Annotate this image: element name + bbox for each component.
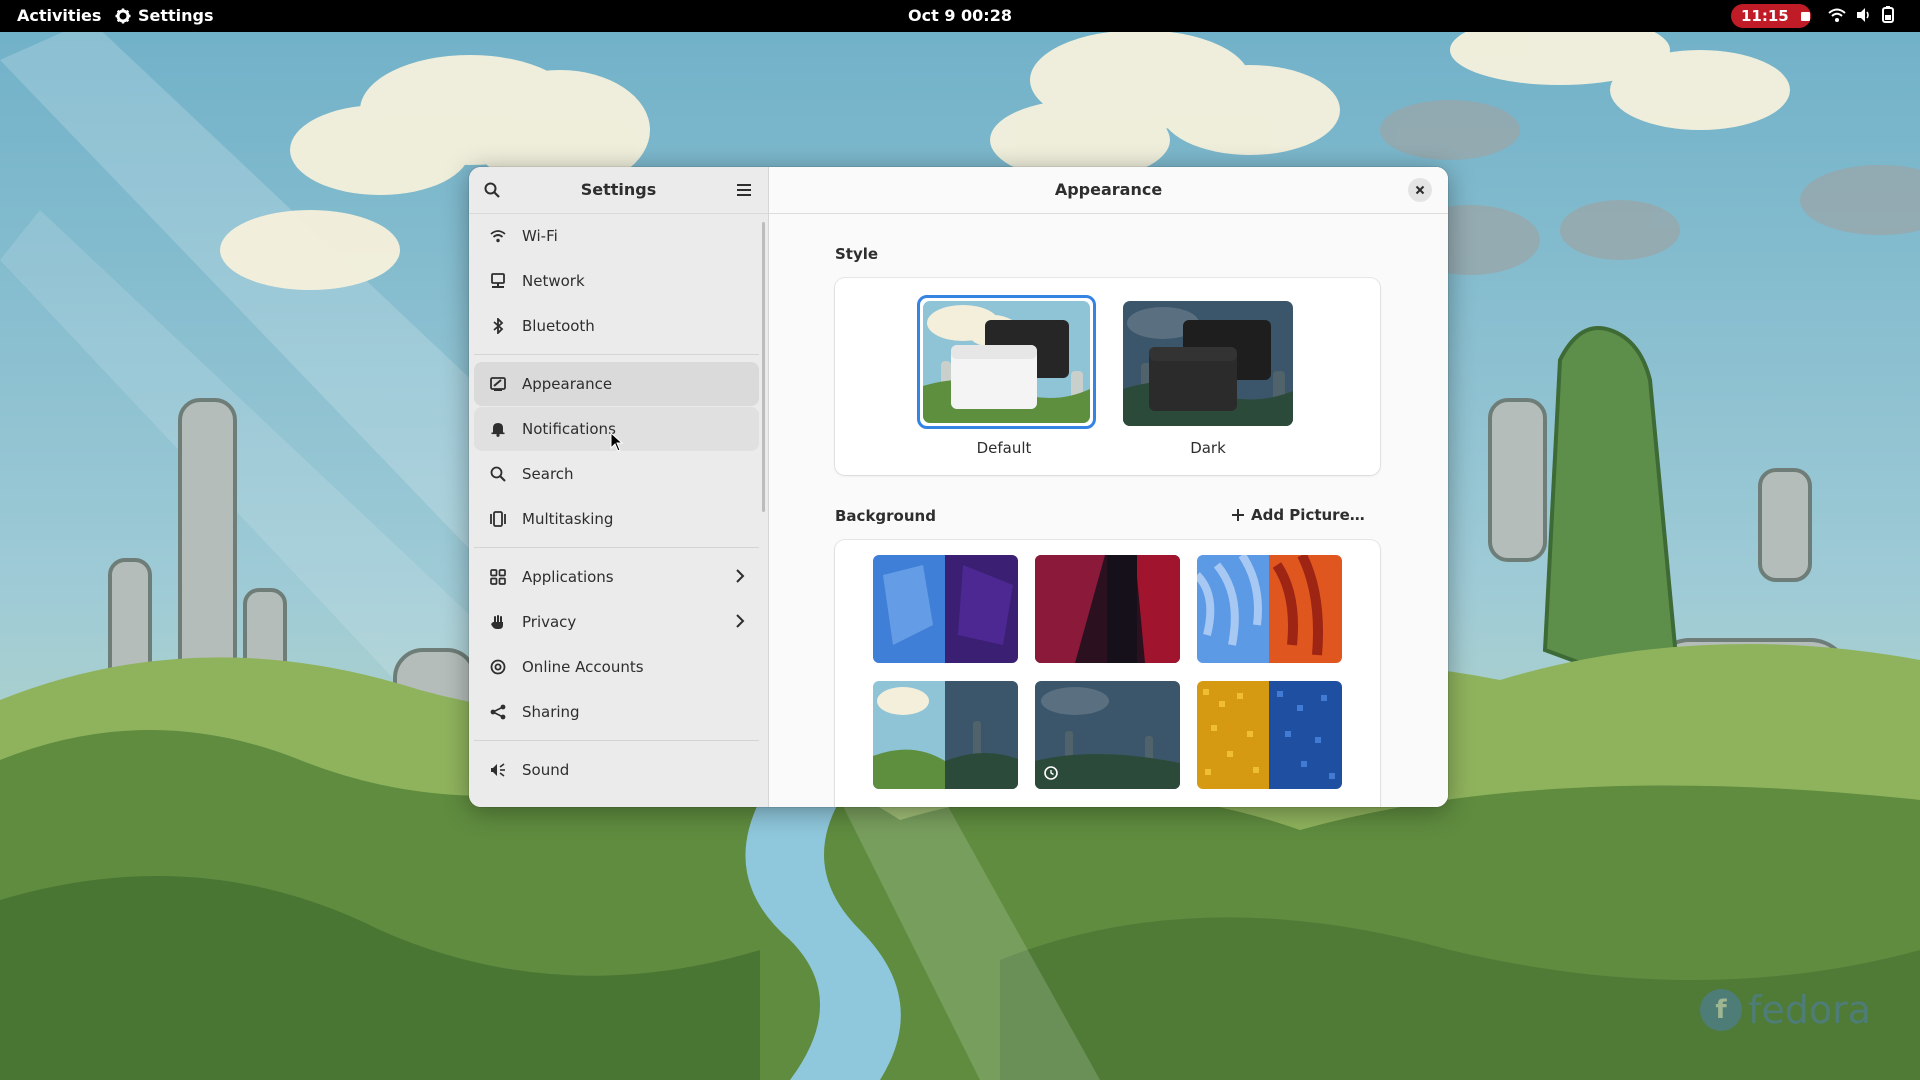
appearance-panel: Appearance Style Default Dark Background… <box>769 167 1448 807</box>
sidebar-item-label: Appearance <box>522 375 613 393</box>
default-style-preview <box>923 301 1090 423</box>
sidebar-item-label: Multitasking <box>522 510 614 528</box>
fedora-logo-icon: f <box>1700 989 1742 1031</box>
search-icon <box>490 466 506 482</box>
sidebar: Settings Wi-Fi Network Bluetooth Appeara… <box>469 167 769 807</box>
wifi-icon <box>490 230 506 243</box>
dark-style-preview <box>1123 301 1293 426</box>
sidebar-item-network[interactable]: Network <box>474 259 759 303</box>
multitasking-icon <box>490 511 506 527</box>
app-menu-button[interactable]: Settings <box>115 6 214 25</box>
hand-icon <box>491 615 503 629</box>
top-bar: Activities Settings Oct 9 00:28 11:15 <box>0 0 1920 32</box>
sidebar-item-bluetooth[interactable]: Bluetooth <box>474 304 759 348</box>
battery-icon <box>1882 6 1894 23</box>
wallpaper-thumbnail[interactable] <box>1035 555 1180 663</box>
background-card <box>835 540 1380 807</box>
at-icon <box>490 659 506 675</box>
sidebar-item-label: Search <box>522 465 574 483</box>
wallpaper-thumbnail[interactable] <box>873 555 1018 663</box>
sidebar-item-label: Notifications <box>522 420 616 438</box>
wallpaper-thumbnail-selected[interactable] <box>1035 681 1180 789</box>
wallpaper-thumbnail[interactable] <box>873 681 1018 789</box>
mouse-cursor-icon <box>610 432 624 452</box>
wallpaper-thumbnail[interactable] <box>1197 555 1342 663</box>
clock-button[interactable]: Oct 9 00:28 <box>908 6 1012 25</box>
style-option-label: Default <box>976 439 1032 457</box>
fedora-watermark: f fedora <box>1700 988 1871 1032</box>
fedora-wordmark: fedora <box>1748 988 1872 1032</box>
sidebar-item-online-accounts[interactable]: Online Accounts <box>474 645 759 689</box>
wallpaper-thumbnail[interactable] <box>1197 681 1342 789</box>
sidebar-item-wifi[interactable]: Wi-Fi <box>474 214 759 258</box>
sidebar-item-privacy[interactable]: Privacy <box>474 600 759 644</box>
sidebar-item-label: Network <box>522 272 585 290</box>
sidebar-item-sharing[interactable]: Sharing <box>474 690 759 734</box>
volume-icon <box>1857 7 1869 22</box>
add-picture-button[interactable]: Add Picture… <box>1231 506 1365 524</box>
sidebar-separator <box>474 354 759 355</box>
activities-button[interactable]: Activities <box>17 6 101 25</box>
style-section-label: Style <box>835 245 879 263</box>
chevron-right-icon <box>736 614 745 628</box>
sidebar-item-label: Online Accounts <box>522 658 644 676</box>
screen-recording-indicator[interactable]: 11:15 <box>1731 4 1811 28</box>
style-card: Default Dark <box>835 278 1380 475</box>
content-header: Appearance <box>769 167 1448 214</box>
style-option-label: Dark <box>1190 439 1226 457</box>
network-icon <box>491 273 505 288</box>
background-section-label: Background <box>835 507 936 525</box>
system-tray[interactable] <box>1828 6 1894 23</box>
settings-window: Settings Wi-Fi Network Bluetooth Appeara… <box>469 167 1448 807</box>
main-menu-button[interactable] <box>732 178 756 202</box>
sidebar-separator <box>474 740 759 741</box>
wifi-icon <box>1828 8 1846 22</box>
chevron-right-icon <box>736 569 745 583</box>
sidebar-item-label: Applications <box>522 568 614 586</box>
stop-icon <box>1800 11 1810 21</box>
sidebar-item-multitasking[interactable]: Multitasking <box>474 497 759 541</box>
sidebar-header: Settings <box>469 167 768 214</box>
plus-icon <box>1232 509 1244 521</box>
sidebar-item-appearance[interactable]: Appearance <box>474 362 759 406</box>
bell-icon <box>491 423 505 437</box>
sidebar-item-search[interactable]: Search <box>474 452 759 496</box>
sidebar-item-sound[interactable]: Sound <box>474 748 759 792</box>
recording-time: 11:15 <box>1741 7 1789 25</box>
sidebar-item-label: Sharing <box>522 703 580 721</box>
sidebar-scrollbar[interactable] <box>762 222 765 512</box>
close-icon <box>1415 185 1425 195</box>
sidebar-title: Settings <box>580 180 657 199</box>
sidebar-item-label: Privacy <box>522 613 577 631</box>
sidebar-item-label: Bluetooth <box>522 317 595 335</box>
app-menu-label: Settings <box>138 6 214 25</box>
hamburger-menu-icon <box>737 184 751 196</box>
appearance-icon <box>490 377 506 391</box>
share-icon <box>490 704 506 720</box>
sidebar-item-label: Wi-Fi <box>522 227 558 245</box>
sidebar-separator <box>474 547 759 548</box>
bluetooth-icon <box>493 318 504 334</box>
grid-icon <box>490 569 506 585</box>
sidebar-item-applications[interactable]: Applications <box>474 555 759 599</box>
gear-icon <box>115 8 131 23</box>
speaker-icon <box>491 763 505 777</box>
sidebar-item-label: Sound <box>522 761 570 779</box>
page-title: Appearance <box>1054 180 1163 199</box>
add-picture-label: Add Picture… <box>1251 506 1365 524</box>
close-button[interactable] <box>1408 178 1432 202</box>
